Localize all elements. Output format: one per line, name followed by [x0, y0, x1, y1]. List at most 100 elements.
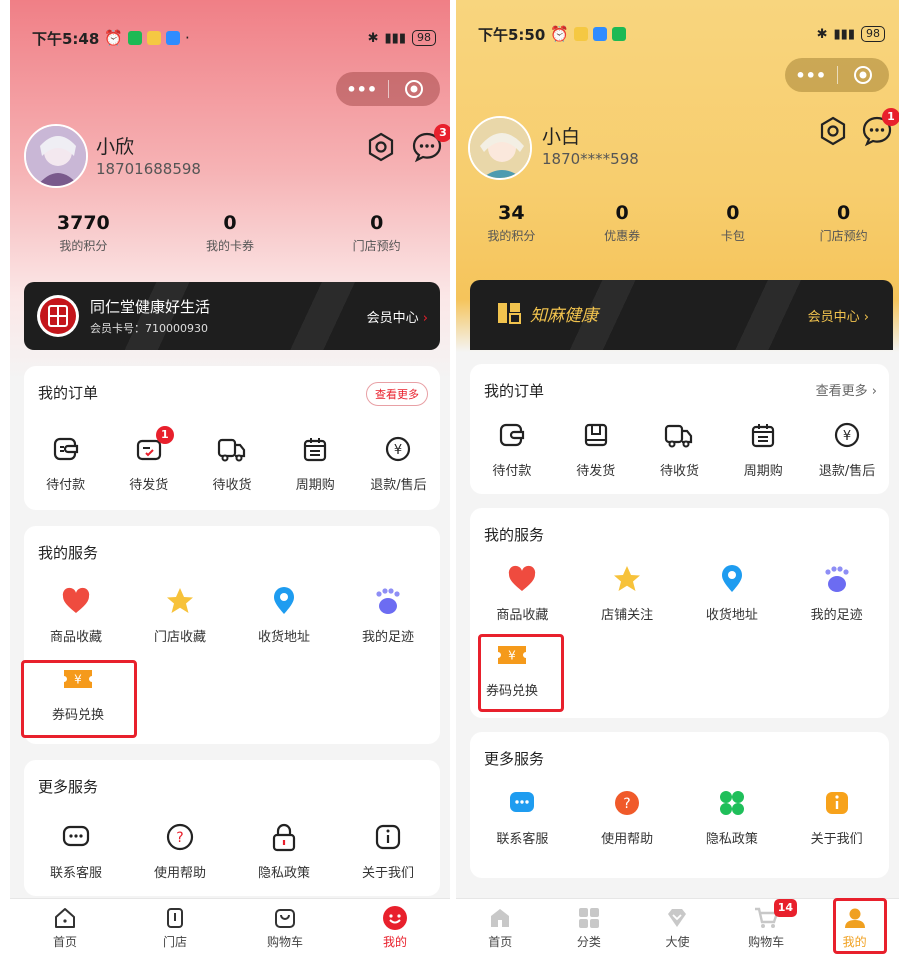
stat-coupons[interactable]: 0 优惠券 [567, 202, 678, 244]
stat-label: 我的积分 [59, 239, 108, 253]
stat-store-booking[interactable]: 0 门店预约 [788, 202, 899, 244]
view-more-button[interactable]: 查看更多 › [816, 380, 877, 399]
stat-label: 优惠券 [604, 229, 641, 243]
order-pending-payment[interactable]: 待付款 [24, 432, 107, 493]
calendar-icon [304, 438, 327, 462]
tab-category[interactable]: 分类 [545, 899, 634, 956]
close-miniprogram-button[interactable] [389, 79, 441, 99]
brand-name: 知麻健康 [530, 305, 598, 326]
more-contact-support[interactable]: 联系客服 [24, 820, 128, 881]
member-center-link[interactable]: 会员中心 › [808, 306, 869, 325]
service-store-favorites[interactable]: 门店收藏 [128, 584, 232, 645]
member-card[interactable]: 同仁堂健康好生活 会员卡号：710000930 会员中心 › [24, 282, 440, 350]
member-title: 同仁堂健康好生活 [90, 298, 211, 316]
service-store-follow[interactable]: 店铺关注 [575, 562, 680, 623]
order-refund[interactable]: ¥ 退款/售后 [805, 418, 889, 479]
star-icon [167, 588, 193, 613]
tab-cart[interactable]: 购物车 [230, 899, 340, 956]
more-options-button[interactable]: ••• [336, 80, 388, 99]
close-miniprogram-button[interactable] [838, 65, 890, 85]
info-icon [375, 824, 401, 850]
settings-icon[interactable] [818, 116, 848, 146]
avatar[interactable] [24, 124, 88, 188]
brand-logo: 知麻健康 [496, 300, 598, 326]
stats-row: 3770 我的积分 0 我的卡券 0 门店预约 [10, 212, 450, 254]
more-about[interactable]: 关于我们 [336, 820, 440, 881]
stat-points[interactable]: 3770 我的积分 [10, 212, 157, 254]
lock-icon [272, 823, 296, 852]
left-screen: 下午5:48 ⏰ · ✱ ▮▮▮ 98 ••• 小欣 18701688598 3… [10, 0, 450, 956]
chevron-right-icon: › [859, 310, 869, 325]
view-more-button[interactable]: 查看更多 [366, 382, 428, 406]
stat-points[interactable]: 34 我的积分 [456, 202, 567, 244]
order-pending-shipment[interactable]: 待发货 [554, 418, 638, 479]
more-label: 联系客服 [496, 832, 549, 847]
star-icon [614, 566, 641, 591]
member-card[interactable]: 知麻健康 会员中心 › [470, 280, 893, 350]
stat-value: 0 [370, 212, 384, 234]
more-privacy[interactable]: 隐私政策 [232, 820, 336, 881]
service-address[interactable]: 收货地址 [232, 584, 336, 645]
order-pending-payment[interactable]: 待付款 [470, 418, 554, 479]
orders-title: 我的订单 [38, 384, 99, 402]
tab-store[interactable]: 门店 [120, 899, 230, 956]
settings-icon[interactable] [366, 132, 396, 162]
wallet-icon [499, 423, 524, 447]
stat-card-wallet[interactable]: 0 卡包 [678, 202, 789, 244]
orders-card: 我的订单 查看更多 待付款 1 待发货 待收货 周期购 ¥ 退款/售后 [24, 366, 440, 510]
tab-home[interactable]: 首页 [456, 899, 545, 956]
stat-label: 门店预约 [352, 239, 401, 253]
more-services-row: 联系客服 ? 使用帮助 隐私政策 关于我们 [24, 820, 440, 881]
highlight-box [833, 898, 887, 954]
service-footprints[interactable]: 我的足迹 [784, 562, 889, 623]
order-label: 待发货 [576, 464, 616, 479]
order-periodic[interactable]: 周期购 [274, 432, 357, 493]
tab-me[interactable]: 我的 [340, 899, 450, 956]
home-icon [55, 908, 75, 928]
refund-icon: ¥ [386, 436, 411, 462]
tab-label: 购物车 [748, 935, 785, 949]
grid-icon [578, 908, 599, 928]
chevron-right-icon: › [871, 384, 877, 399]
more-options-button[interactable]: ••• [785, 66, 837, 85]
tab-ambassador[interactable]: 大使 [633, 899, 722, 956]
order-label: 待收货 [659, 464, 699, 479]
service-footprints[interactable]: 我的足迹 [336, 584, 440, 645]
order-label: 待发货 [129, 478, 169, 493]
app-notification-icon [128, 31, 142, 45]
service-product-favorites[interactable]: 商品收藏 [24, 584, 128, 645]
heart-icon [62, 587, 90, 613]
order-label: 待收货 [212, 478, 252, 493]
svg-text:?: ? [623, 796, 630, 812]
more-help[interactable]: ? 使用帮助 [575, 786, 680, 847]
more-privacy[interactable]: 隐私政策 [680, 786, 785, 847]
diamond-icon [668, 909, 687, 927]
order-label: 退款/售后 [370, 478, 427, 493]
user-phone: 18701688598 [96, 160, 201, 178]
more-contact-support[interactable]: 联系客服 [470, 786, 575, 847]
avatar[interactable] [468, 116, 532, 180]
tab-cart[interactable]: 14 购物车 [722, 899, 811, 956]
highlight-box [21, 660, 137, 738]
stat-value: 0 [223, 212, 237, 234]
battery-indicator: 98 [861, 26, 885, 42]
bottom-tab-bar: 首页 门店 购物车 我的 [10, 898, 450, 956]
member-center-link[interactable]: 会员中心 › [367, 307, 428, 326]
order-periodic[interactable]: 周期购 [721, 418, 805, 479]
service-product-favorites[interactable]: 商品收藏 [470, 562, 575, 623]
message-badge: 1 [882, 108, 899, 126]
tab-home[interactable]: 首页 [10, 899, 120, 956]
order-badge: 1 [155, 426, 174, 444]
more-help[interactable]: ? 使用帮助 [128, 820, 232, 881]
order-pending-receipt[interactable]: 待收货 [190, 432, 273, 493]
stat-coupons[interactable]: 0 我的卡券 [157, 212, 304, 254]
order-refund[interactable]: ¥ 退款/售后 [357, 432, 440, 493]
stat-store-booking[interactable]: 0 门店预约 [303, 212, 450, 254]
more-about[interactable]: 关于我们 [784, 786, 889, 847]
service-address[interactable]: 收货地址 [680, 562, 785, 623]
order-pending-receipt[interactable]: 待收货 [638, 418, 722, 479]
order-pending-shipment[interactable]: 1 待发货 [107, 426, 190, 493]
tab-label: 门店 [162, 935, 187, 949]
app-notification-icon [612, 27, 626, 41]
svg-text:¥: ¥ [394, 443, 402, 458]
